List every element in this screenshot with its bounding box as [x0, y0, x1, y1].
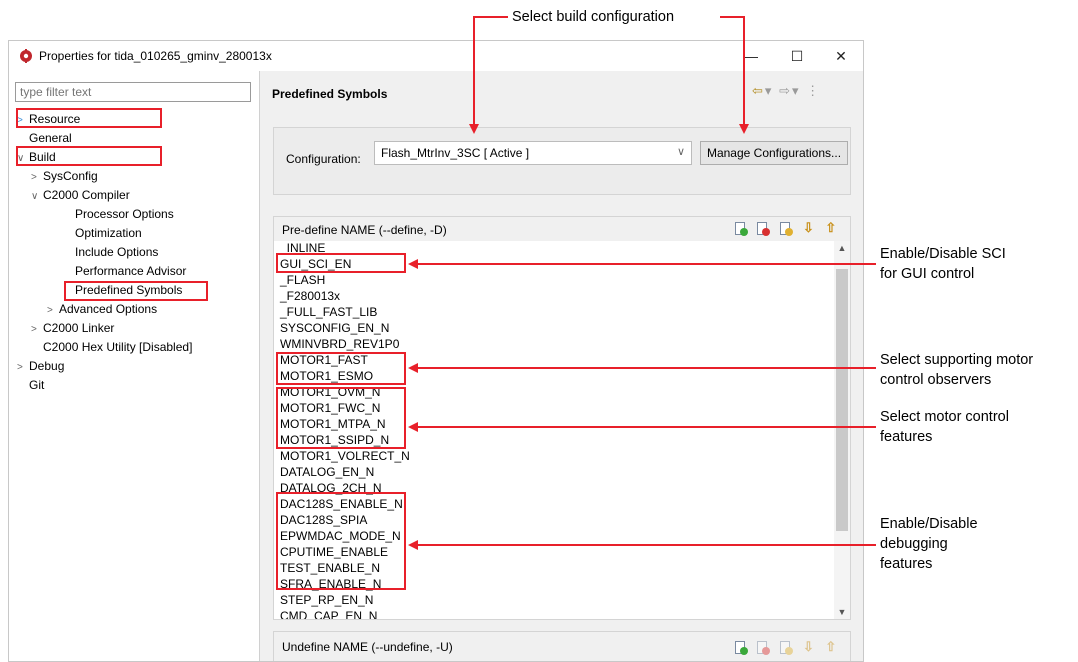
callout-observers: Select supporting motor control observers [880, 352, 1034, 388]
callout-sci: Enable/Disable SCI for GUI control [880, 246, 1006, 282]
callout-debug: Enable/Disable debugging features [880, 516, 978, 572]
callout-features: Select motor control features [880, 409, 1009, 445]
